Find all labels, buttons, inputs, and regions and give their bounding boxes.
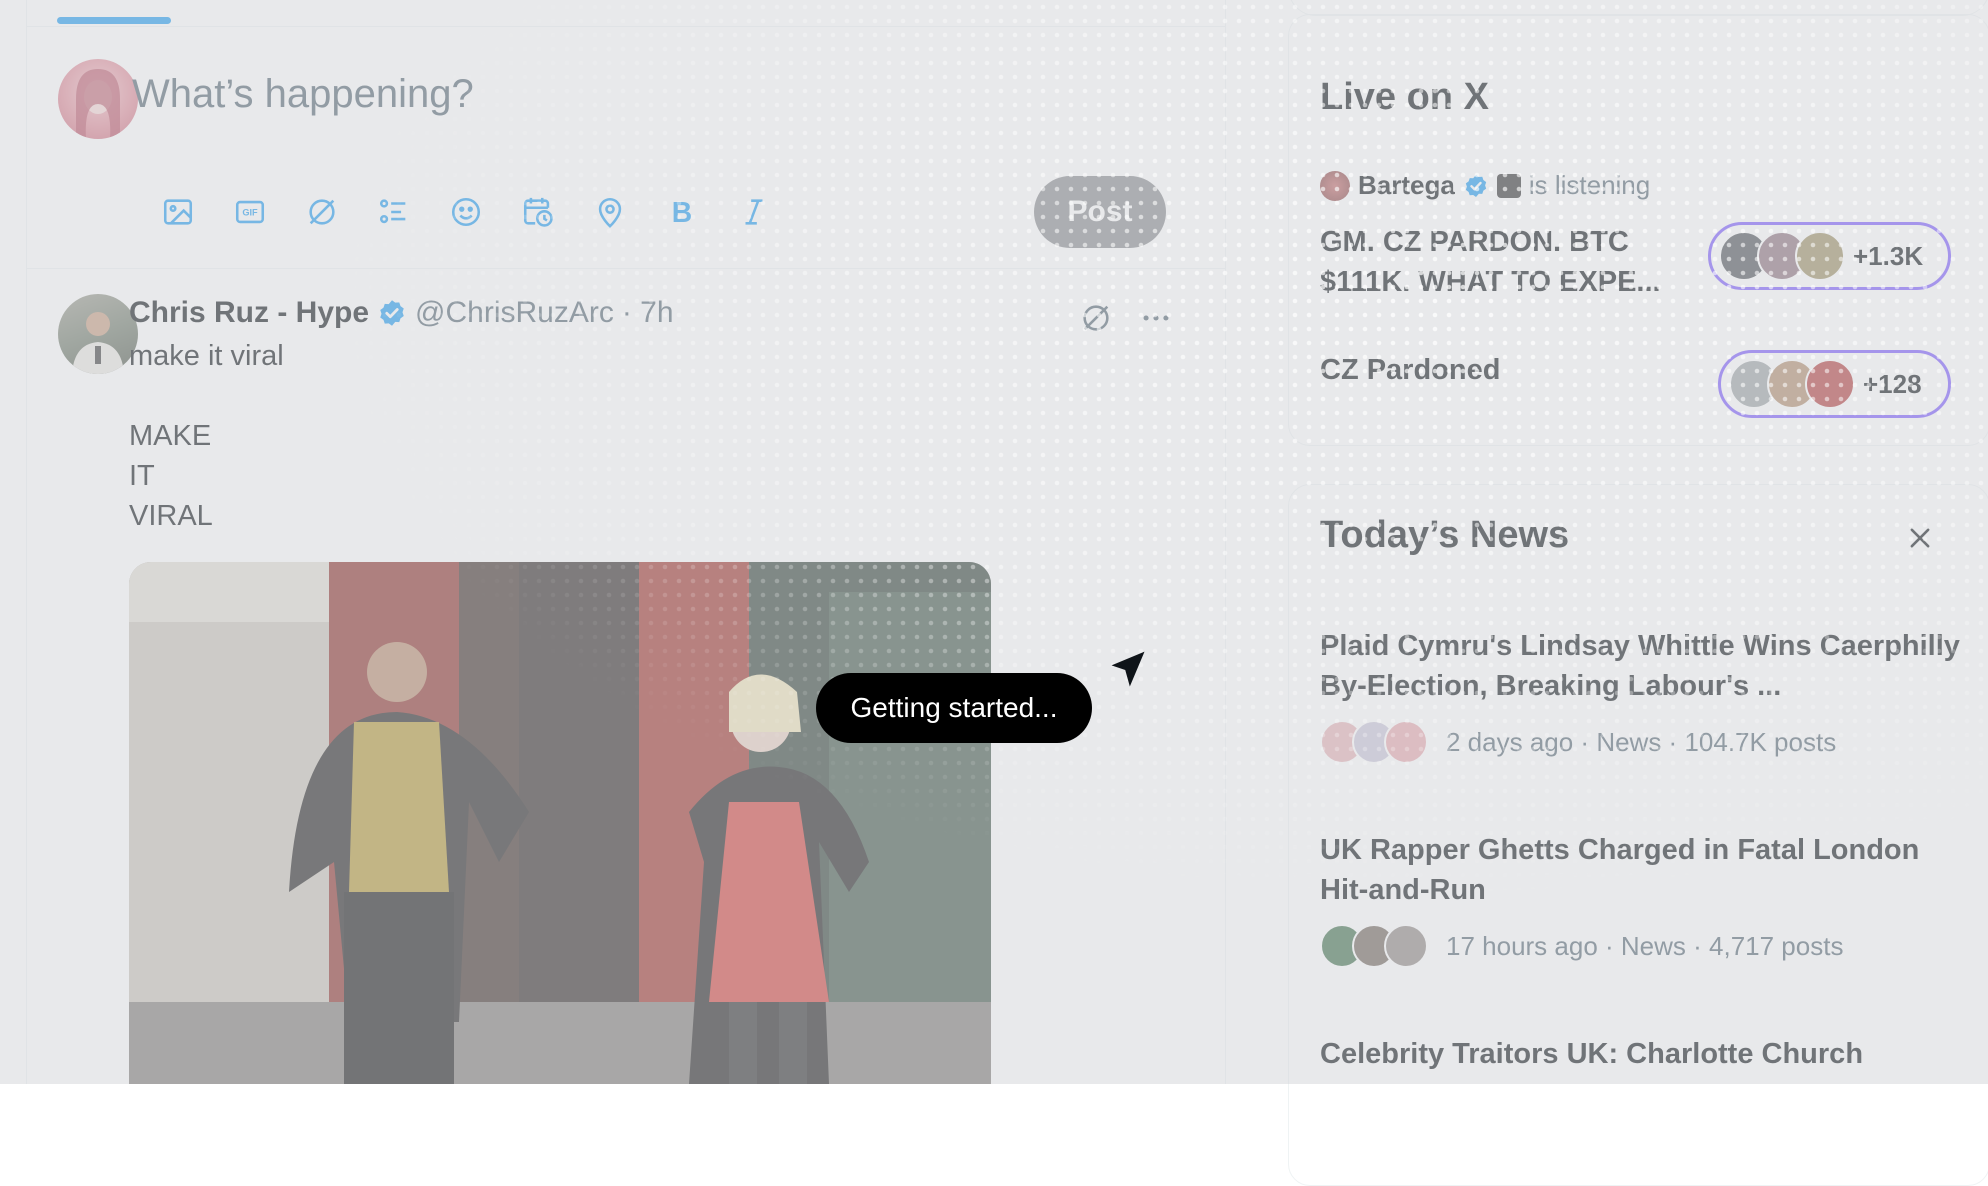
close-icon[interactable]	[1898, 516, 1942, 560]
italic-icon[interactable]	[734, 192, 774, 232]
schedule-icon[interactable]	[518, 192, 558, 232]
news-section-title: Today’s News	[1320, 514, 1570, 556]
space-title-line: GM. CZ PARDON. BTC	[1320, 226, 1629, 258]
more-options-icon[interactable]	[1134, 296, 1178, 340]
listener-avatar	[1805, 359, 1855, 409]
bold-icon[interactable]: B	[662, 192, 702, 232]
verified-badge-icon	[1463, 173, 1489, 199]
news-meta-text: 2 days ago · News · 104.7K posts	[1446, 726, 1837, 757]
host-status: is listening	[1528, 170, 1651, 200]
svg-text:B: B	[672, 197, 692, 229]
divider	[27, 26, 1225, 27]
compose-input[interactable]: What’s happening?	[132, 72, 474, 117]
listener-avatar	[1795, 231, 1845, 281]
space-title[interactable]: CZ Pardoned	[1320, 350, 1500, 390]
news-item-title[interactable]: Celebrity Traitors UK: Charlotte Church	[1320, 1034, 1960, 1074]
onboarding-tooltip: Getting started...	[816, 673, 1092, 743]
source-avatar	[1384, 720, 1428, 764]
host-name: Bartega	[1358, 170, 1455, 200]
emoji-icon[interactable]	[446, 192, 486, 232]
space-listeners-pill[interactable]: +1.3K	[1708, 222, 1951, 290]
space-title[interactable]: GM. CZ PARDON. BTC $111K. WHAT TO EXPE..…	[1320, 222, 1661, 302]
tweet-text-line: MAKE	[129, 420, 212, 452]
space-listeners-pill[interactable]: +128	[1718, 350, 1951, 418]
listener-count: +128	[1863, 368, 1922, 399]
news-item-meta: 17 hours ago · News · 4,717 posts	[1320, 924, 1843, 968]
space-title-line: $111K. WHAT TO EXPE...	[1320, 266, 1661, 298]
tweet-text-line: VIRAL	[129, 500, 213, 532]
poll-icon[interactable]	[374, 192, 414, 232]
location-icon[interactable]	[590, 192, 630, 232]
tweet-text-line: make it viral	[129, 340, 284, 372]
grok-icon[interactable]	[302, 192, 342, 232]
space-title-line: CZ Pardoned	[1320, 354, 1501, 386]
active-tab-indicator	[57, 17, 171, 24]
news-avatars	[1320, 720, 1428, 764]
news-item-title[interactable]: Plaid Cymru's Lindsay Whittle Wins Caerp…	[1320, 626, 1960, 706]
image-icon[interactable]	[158, 192, 198, 232]
gif-icon[interactable]: GIF	[230, 192, 270, 232]
tweet-header: Chris Ruz - Hype @ChrisRuzArc · 7h	[129, 296, 674, 330]
tweet-media-image[interactable]	[129, 562, 991, 1084]
svg-text:GIF: GIF	[242, 208, 258, 218]
divider	[27, 268, 1225, 269]
news-meta-text: 17 hours ago · News · 4,717 posts	[1446, 930, 1844, 961]
pointer-arrow-icon	[1106, 648, 1150, 692]
tweet-text-line: IT	[129, 460, 155, 492]
listener-count: +1.3K	[1853, 240, 1924, 271]
grok-icon[interactable]	[1074, 296, 1118, 340]
live-section-title: Live on X	[1320, 76, 1489, 118]
tweet-author-avatar[interactable]	[58, 294, 138, 374]
news-item-meta: 2 days ago · News · 104.7K posts	[1320, 720, 1836, 764]
source-avatar	[1384, 924, 1428, 968]
affiliate-badge-icon	[1496, 173, 1521, 198]
news-avatars	[1320, 924, 1428, 968]
live-host-row[interactable]: Bartega is listening	[1320, 170, 1650, 201]
tweet-author-handle[interactable]: @ChrisRuzArc	[415, 296, 614, 330]
host-avatar	[1320, 170, 1350, 201]
verified-badge-icon	[377, 298, 407, 328]
post-button[interactable]: Post	[1034, 176, 1166, 248]
tweet-author-name[interactable]: Chris Ruz - Hype	[129, 296, 369, 330]
news-item-title[interactable]: UK Rapper Ghetts Charged in Fatal London…	[1320, 830, 1960, 910]
user-avatar[interactable]	[58, 59, 138, 139]
tweet-timestamp[interactable]: · 7h	[622, 296, 674, 330]
